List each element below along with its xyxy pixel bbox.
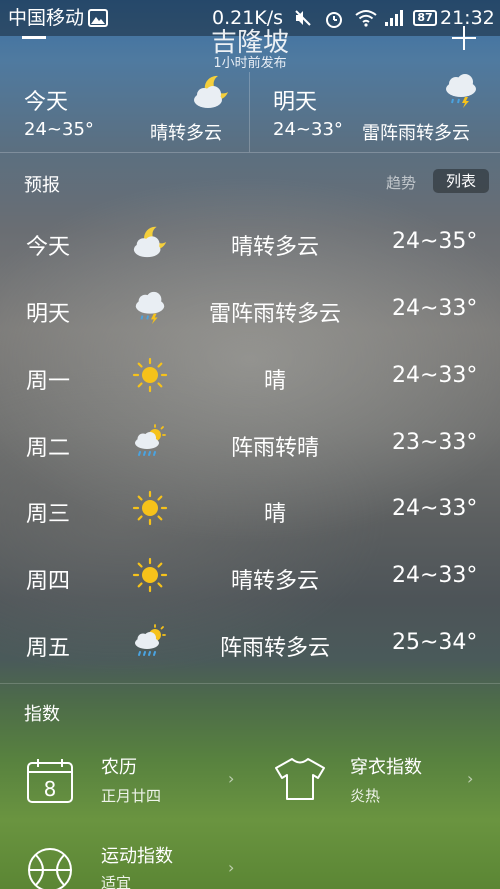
forecast-condition: 雷阵雨转多云 bbox=[208, 302, 341, 327]
chevron-right-icon: › bbox=[228, 769, 235, 788]
forecast-condition: 晴 bbox=[263, 502, 286, 527]
trend-tab[interactable]: 趋势 bbox=[386, 172, 416, 193]
forecast-temp: 24~33° bbox=[392, 496, 478, 521]
indices-title: 指数 bbox=[24, 704, 60, 725]
forecast-day: 今天 bbox=[26, 235, 71, 260]
publish-time: 1小时前发布 bbox=[213, 56, 287, 71]
summary-condition: 雷阵雨转多云 bbox=[362, 123, 470, 144]
index-value: 适宜 bbox=[101, 874, 132, 889]
sun-icon bbox=[132, 490, 168, 526]
index-value: 正月廿四 bbox=[101, 787, 162, 805]
forecast-condition: 阵雨转晴 bbox=[230, 436, 319, 461]
forecast-temp: 24~33° bbox=[392, 363, 478, 388]
index-value: 炎热 bbox=[350, 787, 381, 805]
calendar-digit: 8 bbox=[44, 777, 57, 801]
list-tab[interactable]: 列表 bbox=[433, 169, 489, 193]
section-divider bbox=[0, 683, 500, 684]
sun-rain-cloud-icon bbox=[135, 624, 166, 656]
forecast-condition: 晴转多云 bbox=[230, 235, 319, 260]
thunderstorm-cloud-icon bbox=[446, 74, 476, 108]
forecast-temp: 23~33° bbox=[392, 430, 478, 455]
forecast-day: 周四 bbox=[26, 569, 71, 594]
forecast-day: 周三 bbox=[26, 502, 71, 527]
sun-icon bbox=[132, 557, 168, 593]
add-city-icon[interactable] bbox=[452, 26, 476, 50]
sun-icon bbox=[132, 357, 168, 393]
index-name: 运动指数 bbox=[101, 846, 173, 867]
tshirt-icon bbox=[275, 758, 325, 800]
chevron-right-icon: › bbox=[467, 769, 474, 788]
forecast-temp: 24~35° bbox=[392, 229, 478, 254]
summary-day: 今天 bbox=[24, 90, 69, 115]
forecast-title: 预报 bbox=[24, 175, 60, 196]
moon-cloud-icon bbox=[194, 75, 228, 108]
forecast-day: 明天 bbox=[26, 302, 71, 327]
section-divider bbox=[0, 152, 500, 153]
sun-rain-cloud-icon bbox=[135, 424, 166, 456]
index-name: 农历 bbox=[101, 757, 137, 778]
summary-temp: 24~35° bbox=[24, 119, 94, 140]
forecast-day: 周一 bbox=[26, 369, 71, 394]
summary-divider bbox=[249, 72, 250, 152]
calendar-icon: 8 bbox=[27, 759, 73, 803]
basketball-icon bbox=[28, 848, 72, 889]
forecast-condition: 阵雨转多云 bbox=[219, 636, 330, 661]
index-name: 穿衣指数 bbox=[350, 757, 422, 778]
forecast-temp: 24~33° bbox=[392, 563, 478, 588]
forecast-condition: 晴 bbox=[263, 369, 286, 394]
forecast-day: 周二 bbox=[26, 436, 71, 461]
forecast-temp: 24~33° bbox=[392, 296, 478, 321]
summary-condition: 晴转多云 bbox=[150, 123, 222, 144]
forecast-condition: 晴转多云 bbox=[230, 569, 319, 594]
moon-cloud-icon bbox=[133, 226, 167, 258]
forecast-day: 周五 bbox=[26, 636, 71, 661]
summary-temp: 24~33° bbox=[273, 119, 343, 140]
forecast-temp: 25~34° bbox=[392, 630, 478, 655]
thunderstorm-cloud-icon bbox=[135, 291, 165, 325]
summary-day: 明天 bbox=[273, 90, 318, 115]
chevron-right-icon: › bbox=[228, 858, 235, 877]
